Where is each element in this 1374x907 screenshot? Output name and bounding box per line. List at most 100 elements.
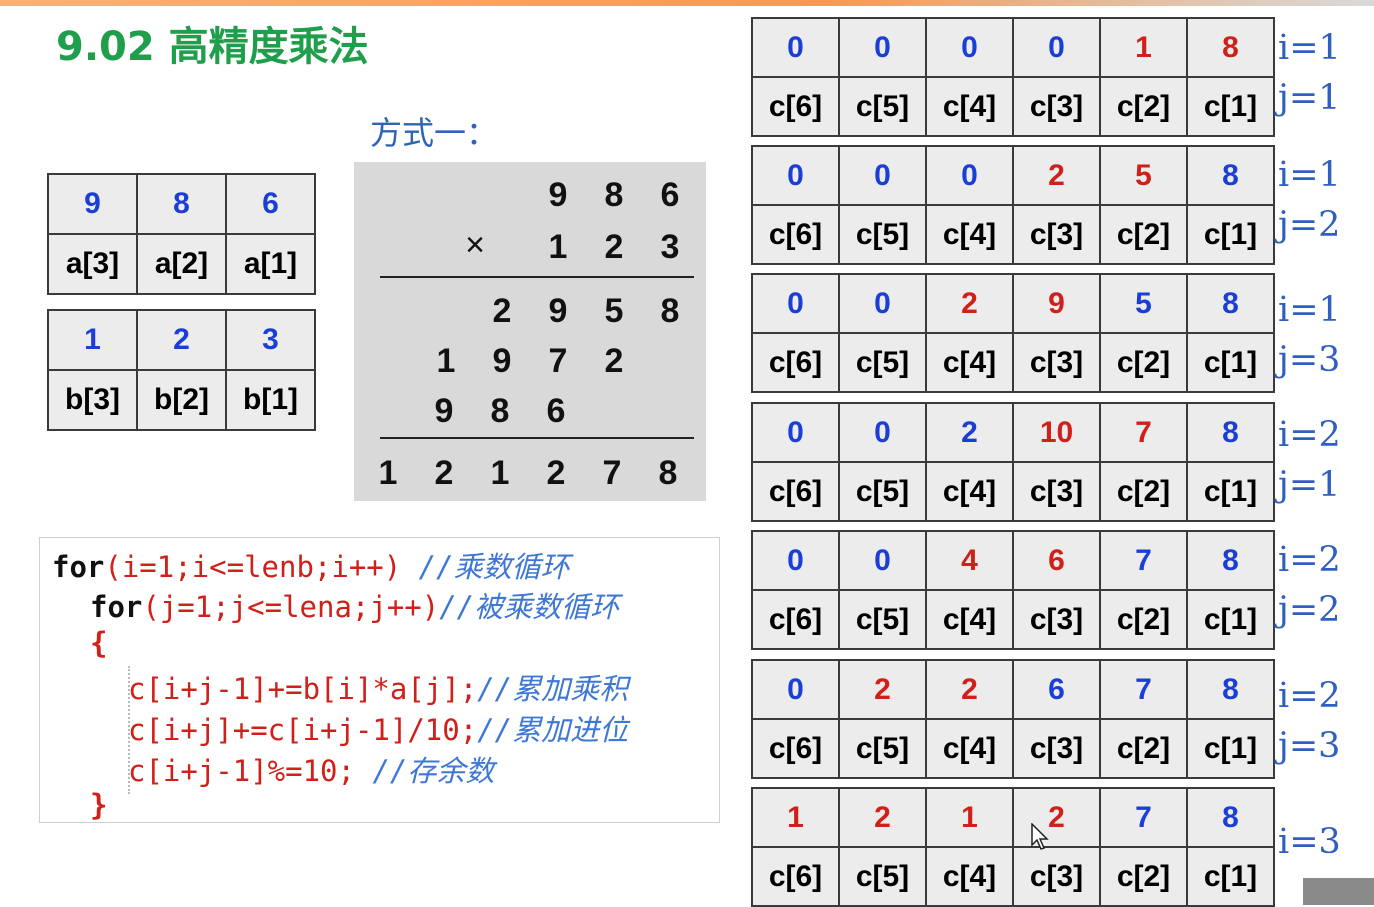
c-value-cell: 9 — [1012, 273, 1101, 334]
code-line: c[i+j]+=c[i+j-1]/10;//累加进位 — [128, 707, 628, 749]
multiplier-digit: 3 — [660, 228, 680, 266]
array-a-value: 6 — [225, 173, 316, 235]
code-comment: //存余数 — [354, 754, 495, 788]
c-value-cell: 2 — [925, 402, 1014, 463]
video-control-corner — [1303, 878, 1374, 905]
c-value-cell: 7 — [1099, 402, 1188, 463]
array-b-value: 1 — [47, 309, 138, 371]
c-value-cell: 5 — [1099, 273, 1188, 334]
c-label-cell: c[1] — [1186, 332, 1275, 393]
c-value-cell: 6 — [1012, 659, 1101, 720]
c-value-cell: 7 — [1099, 787, 1188, 848]
c-label-cell: c[3] — [1012, 76, 1101, 137]
c-value-cell: 0 — [1012, 17, 1101, 78]
c-label-cell: c[1] — [1186, 461, 1275, 522]
c-value-cell: 0 — [838, 402, 927, 463]
c-value-cell: 2 — [838, 659, 927, 720]
c-label-cell: c[5] — [838, 461, 927, 522]
c-value-cell: 0 — [751, 402, 840, 463]
c-label-cell: c[6] — [751, 204, 840, 265]
code-comment: //累加进位 — [477, 713, 629, 747]
c-value-cell: 2 — [925, 659, 1014, 720]
loop-i-label: i=1 — [1278, 155, 1341, 195]
multiplier-digit: 2 — [604, 228, 624, 266]
multiplicand-digit: 8 — [604, 176, 624, 214]
c-label-cell: c[5] — [838, 76, 927, 137]
c-value-cell: 8 — [1186, 17, 1275, 78]
c-value-cell: 0 — [751, 145, 840, 206]
code-text: c[i+j-1]%=10; — [128, 754, 355, 788]
loop-j-label: j=3 — [1278, 340, 1341, 380]
c-value-cell: 2 — [838, 787, 927, 848]
c-label-cell: c[4] — [925, 332, 1014, 393]
c-value-cell: 2 — [925, 273, 1014, 334]
c-label-cell: c[1] — [1186, 204, 1275, 265]
result-digit: 1 — [490, 454, 510, 492]
array-a-value: 9 — [47, 173, 138, 235]
step-table-7: 1 2 1 2 7 8 c[6] c[5] c[4] c[3] c[2] c[1] — [751, 787, 1275, 907]
loop-i-label: i=1 — [1278, 290, 1341, 330]
c-value-cell: 5 — [1099, 145, 1188, 206]
mouse-cursor-icon — [1031, 823, 1049, 850]
c-value-cell: 8 — [1186, 659, 1275, 720]
code-comment: //累加乘积 — [477, 672, 629, 706]
code-line: c[i+j-1]%=10; //存余数 — [128, 748, 494, 790]
c-value-cell: 0 — [838, 273, 927, 334]
times-sign: × — [465, 226, 485, 264]
array-a-value: 8 — [136, 173, 227, 235]
top-accent-bar — [0, 0, 1374, 6]
c-label-cell: c[5] — [838, 332, 927, 393]
loop-i-label: i=2 — [1278, 415, 1341, 455]
array-b-value: 2 — [136, 309, 227, 371]
loop-j-label: j=2 — [1278, 590, 1341, 630]
c-label-cell: c[1] — [1186, 718, 1275, 779]
code-text: c[i+j]+=c[i+j-1]/10; — [128, 713, 478, 747]
c-label-cell: c[1] — [1186, 846, 1275, 907]
c-label-cell: c[6] — [751, 76, 840, 137]
c-value-cell: 10 — [1012, 402, 1101, 463]
c-value-cell: 0 — [751, 530, 840, 591]
c-label-cell: c[2] — [1099, 846, 1188, 907]
loop-j-label: j=2 — [1278, 205, 1341, 245]
result-digit: 7 — [602, 454, 622, 492]
partial-digit: 2 — [604, 342, 624, 380]
code-comment: //被乘数循环 — [439, 590, 620, 624]
c-value-cell: 6 — [1012, 530, 1101, 591]
c-value-cell: 7 — [1099, 659, 1188, 720]
c-label-cell: c[4] — [925, 589, 1014, 650]
long-multiplication-box: 9 8 6 × 1 2 3 2 9 5 8 1 9 7 2 9 8 6 1 2 … — [354, 162, 706, 501]
array-a-label: a[2] — [136, 233, 227, 295]
code-text: (j=1;j<=lena;j++) — [142, 590, 440, 624]
c-label-cell: c[2] — [1099, 589, 1188, 650]
code-line: for(i=1;i<=lenb;i++) //乘数循环 — [52, 544, 570, 586]
c-label-cell: c[4] — [925, 76, 1014, 137]
step-table-2: 0 0 0 2 5 8 c[6] c[5] c[4] c[3] c[2] c[1] — [751, 145, 1275, 265]
c-value-cell: 8 — [1186, 530, 1275, 591]
loop-i-label: i=1 — [1278, 28, 1341, 68]
c-label-cell: c[6] — [751, 461, 840, 522]
c-value-cell: 1 — [1099, 17, 1188, 78]
c-label-cell: c[5] — [838, 846, 927, 907]
c-value-cell: 0 — [751, 17, 840, 78]
partial-digit: 9 — [548, 292, 568, 330]
result-digit: 2 — [546, 454, 566, 492]
array-b-label: b[3] — [47, 369, 138, 431]
code-line: c[i+j-1]+=b[i]*a[j];//累加乘积 — [128, 666, 628, 708]
loop-j-label: j=3 — [1278, 726, 1341, 766]
c-label-cell: c[3] — [1012, 332, 1101, 393]
c-value-cell: 1 — [925, 787, 1014, 848]
c-label-cell: c[2] — [1099, 76, 1188, 137]
code-block: for(i=1;i<=lenb;i++) //乘数循环 for(j=1;j<=l… — [39, 537, 720, 823]
result-digit: 8 — [658, 454, 678, 492]
c-label-cell: c[3] — [1012, 461, 1101, 522]
partial-digit: 5 — [604, 292, 624, 330]
c-value-cell: 7 — [1099, 530, 1188, 591]
multiplicand-digit: 9 — [548, 176, 568, 214]
c-value-cell: 8 — [1186, 787, 1275, 848]
result-digit: 2 — [434, 454, 454, 492]
c-value-cell: 0 — [925, 145, 1014, 206]
array-b-label: b[1] — [225, 369, 316, 431]
separator-line — [380, 437, 694, 439]
c-label-cell: c[6] — [751, 589, 840, 650]
array-a-label: a[1] — [225, 233, 316, 295]
